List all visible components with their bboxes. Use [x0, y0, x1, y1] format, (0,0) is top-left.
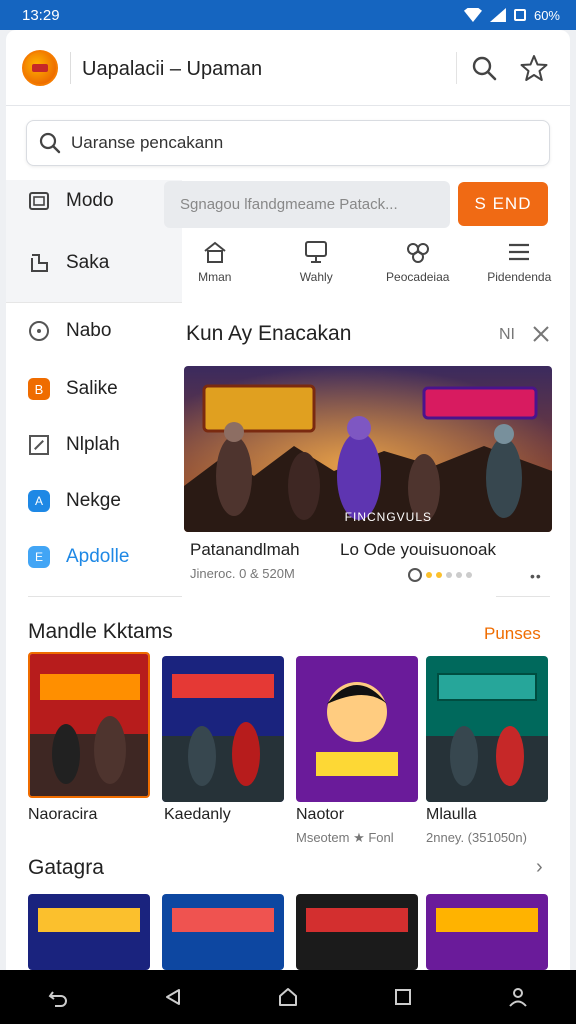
game-tile[interactable] — [426, 656, 548, 802]
game-tile-name: Kaedanly — [164, 806, 231, 823]
page-title: Uapalacii – Upaman — [82, 58, 263, 80]
menu-icon — [509, 243, 530, 261]
wifi-icon — [463, 8, 482, 22]
section2-title: Gatagra — [28, 856, 104, 879]
game-tile-name: Naotor — [296, 806, 345, 823]
orange-box-icon: B — [28, 378, 50, 400]
blue-light-box-icon: E — [28, 546, 50, 568]
featured-badge[interactable]: NI — [499, 326, 515, 344]
section-title: Mandle Kktams — [28, 620, 173, 643]
filter-input[interactable] — [164, 181, 450, 228]
monitor-icon — [28, 190, 50, 212]
game-tile[interactable] — [296, 656, 418, 802]
profile-icon[interactable] — [502, 981, 534, 1013]
game-tile[interactable] — [28, 894, 150, 970]
close-icon[interactable] — [530, 323, 552, 345]
category-peocadeiaa[interactable]: Peocadeiaa — [367, 240, 469, 300]
category-mman[interactable]: Mman — [164, 240, 266, 300]
app-logo[interactable] — [22, 50, 58, 86]
more-icon[interactable]: •• — [530, 568, 542, 584]
game-tile[interactable] — [426, 894, 548, 970]
sidebar-item-salike[interactable]: B Salike — [28, 378, 118, 400]
featured-game-title[interactable]: Patanandlmah — [190, 540, 300, 560]
chevron-right-icon[interactable]: › — [536, 856, 543, 879]
sidebar-item-modo[interactable]: Modo — [28, 190, 114, 212]
featured-game-meta: Jineroc. 0 & 520M — [190, 566, 295, 581]
status-bar: 13:29 60% — [0, 0, 576, 30]
featured-title: Kun Ay Enacakan — [186, 322, 352, 345]
square-diagonal-icon — [29, 435, 49, 455]
banner-caption: FINCNGVULS — [344, 510, 432, 524]
featured-game2-title[interactable]: Lo Ode youisuonoak — [340, 540, 496, 560]
blue-box-icon: A — [28, 490, 50, 512]
send-button[interactable]: S END — [458, 182, 548, 226]
search-input[interactable] — [71, 133, 511, 153]
sidebar-item-nekge[interactable]: A Nekge — [28, 490, 121, 512]
back-icon[interactable] — [157, 981, 189, 1013]
game-tile[interactable] — [296, 894, 418, 970]
sidebar-item-nlplah[interactable]: Nlplah — [28, 434, 120, 456]
game-tile-name: Naoracira — [28, 806, 98, 823]
sidebar-item-apdolle[interactable]: E Apdolle — [28, 546, 129, 568]
rating-star-3 — [446, 572, 452, 578]
square-bracket-icon — [28, 252, 50, 274]
home-icon[interactable] — [272, 981, 304, 1013]
signal-icon — [489, 8, 506, 22]
category-wahly[interactable]: Wahly — [266, 240, 368, 300]
sidebar-item-saka[interactable]: Saka — [28, 252, 109, 274]
game-tile[interactable] — [162, 894, 284, 970]
battery-text: 60% — [533, 7, 560, 23]
featured-banner[interactable]: FINCNGVULS — [184, 366, 552, 532]
game-tile[interactable] — [162, 656, 284, 802]
status-time: 13:29 — [22, 6, 60, 24]
circle-icon — [29, 321, 49, 341]
recents-icon[interactable] — [387, 981, 419, 1013]
section-link[interactable]: Punses — [484, 624, 541, 644]
app-frame: Uapalacii – Upaman Modo Saka Nabo B Sali… — [6, 30, 570, 970]
rating-star-5 — [466, 572, 472, 578]
sidebar-item-nabo[interactable]: Nabo — [28, 320, 111, 342]
back-arrow-icon[interactable] — [42, 981, 74, 1013]
system-nav-bar — [0, 970, 576, 1024]
game-tile-meta: Mseotem ★ Fonl — [296, 830, 394, 845]
game-tile-meta: 2nney. (351050n) — [426, 830, 527, 845]
steam-icon — [408, 568, 422, 582]
rating-star-2 — [436, 572, 442, 578]
app-bar: Uapalacii – Upaman — [6, 30, 570, 106]
game-tile[interactable] — [28, 652, 150, 798]
monitor-stand-icon — [305, 241, 328, 263]
search-icon[interactable] — [470, 54, 498, 82]
game-tile-name: Mlaulla — [426, 806, 477, 823]
category-pidendenda[interactable]: Pidendenda — [469, 240, 571, 300]
house-icon — [204, 241, 226, 263]
search-icon — [39, 132, 61, 154]
category-bar: Mman Wahly Peocadeiaa Pidendenda — [164, 240, 570, 300]
controller-icon — [406, 243, 429, 263]
rating — [408, 568, 472, 582]
search-bar[interactable] — [26, 120, 550, 166]
rating-star-1 — [426, 572, 432, 578]
message-icon — [513, 9, 526, 21]
star-icon[interactable] — [520, 54, 548, 82]
rating-star-4 — [456, 572, 462, 578]
